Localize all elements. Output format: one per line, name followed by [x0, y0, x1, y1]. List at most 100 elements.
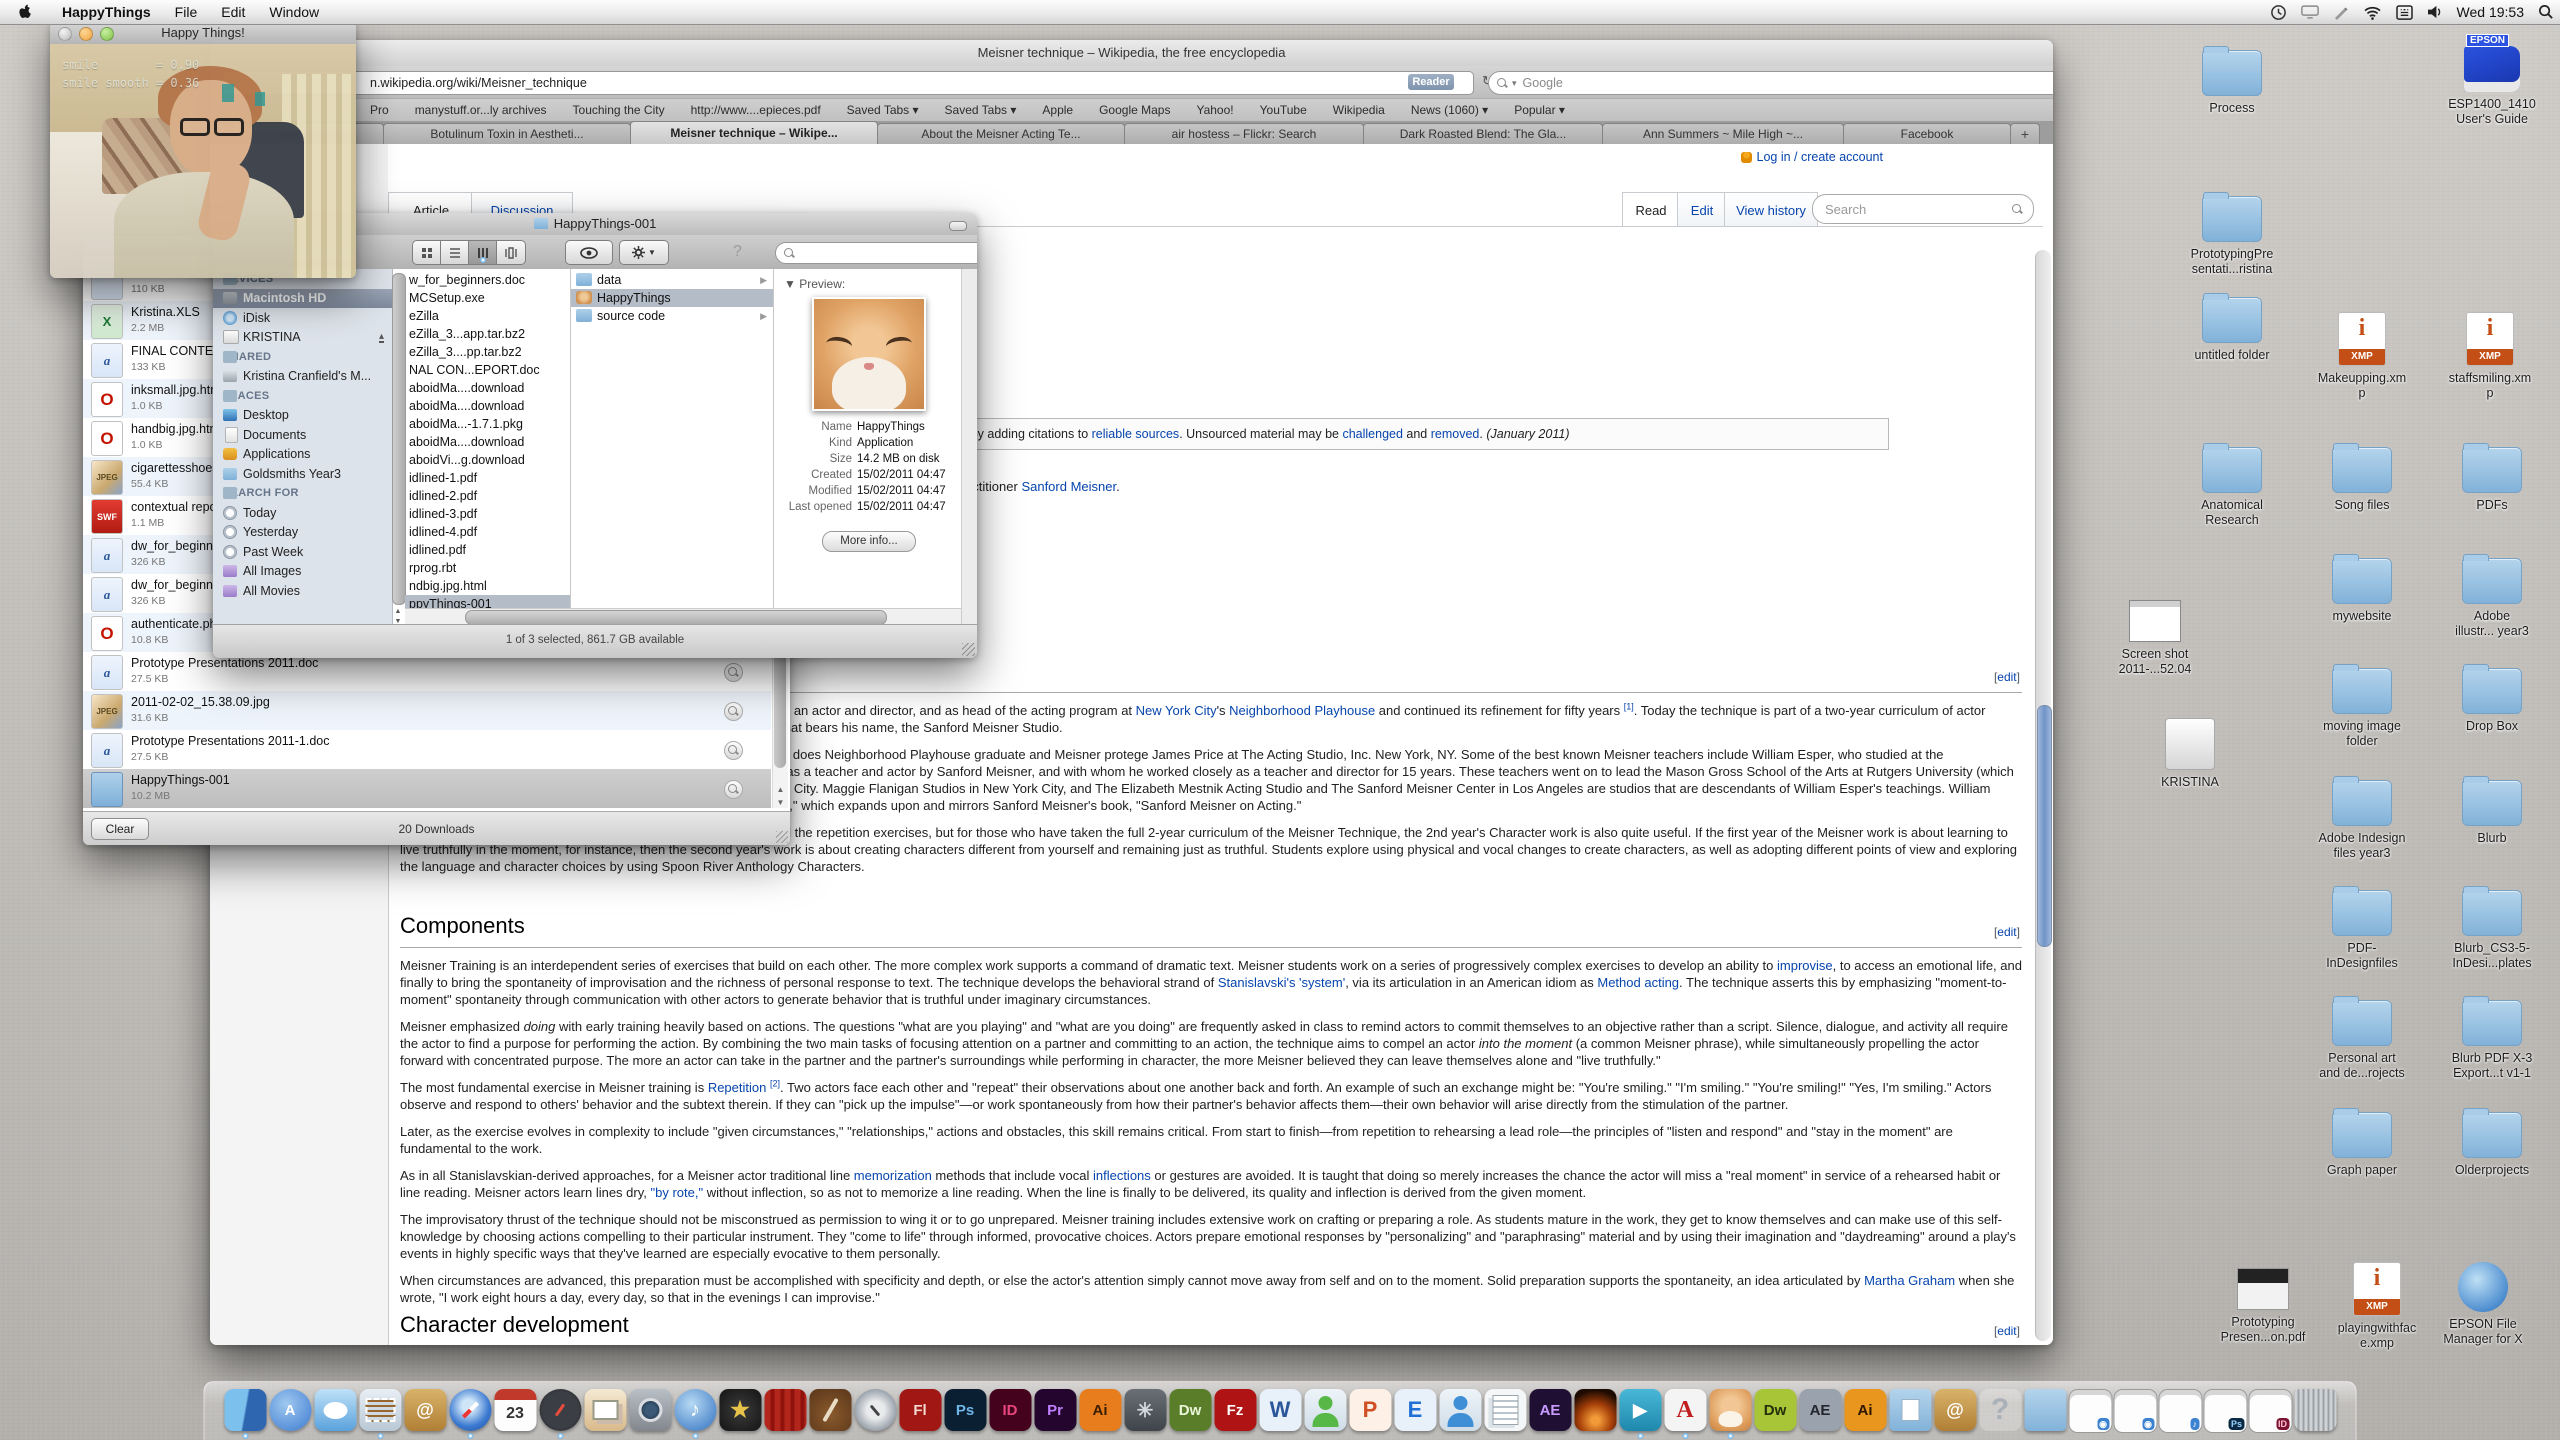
reader-button[interactable]: Reader: [1408, 74, 1454, 90]
sidebar-item[interactable]: All Movies: [213, 581, 392, 601]
file-row[interactable]: idlined-3.pdf: [405, 505, 570, 523]
wiki-link[interactable]: New York City: [1136, 703, 1217, 718]
sidebar-item[interactable]: Past Week: [213, 542, 392, 562]
tab-read[interactable]: Read: [1622, 192, 1680, 227]
wiki-link[interactable]: reliable sources: [1092, 427, 1180, 441]
dock-safari[interactable]: [448, 1386, 493, 1440]
finder-search-field[interactable]: [775, 242, 977, 264]
help-icon[interactable]: ?: [733, 243, 742, 261]
sidebar-item[interactable]: Today: [213, 503, 392, 523]
scrollbar-thumb[interactable]: [392, 273, 406, 605]
bookmark-item[interactable]: Saved Tabs ▾: [847, 103, 919, 117]
volume-icon[interactable]: [2427, 5, 2443, 19]
dock-gears-app[interactable]: [1123, 1386, 1168, 1440]
sidebar-item[interactable]: Documents: [213, 425, 392, 445]
dock-photoshop[interactable]: Ps: [943, 1386, 988, 1440]
dock-missing-app[interactable]: ?: [1978, 1386, 2023, 1440]
file-row[interactable]: idlined-4.pdf: [405, 523, 570, 541]
file-row[interactable]: data: [571, 271, 773, 289]
desktop-icon[interactable]: KRISTINA: [2132, 718, 2248, 790]
column-view-button[interactable]: [468, 240, 498, 265]
bookmark-item[interactable]: Saved Tabs ▾: [945, 103, 1017, 117]
ink-pen-icon[interactable]: [2333, 4, 2349, 20]
sidebar-item[interactable]: iDisk: [213, 308, 392, 328]
dock-happythings-cat[interactable]: [1708, 1386, 1753, 1440]
sidebar-item[interactable]: SEARCH FOR: [213, 484, 392, 504]
file-row[interactable]: eZilla_3....pp.tar.bz2: [405, 343, 570, 361]
file-row[interactable]: w_for_beginners.doc: [405, 271, 570, 289]
sidebar-item[interactable]: Applications: [213, 445, 392, 465]
bookmark-item[interactable]: Google Maps: [1099, 103, 1170, 117]
file-row[interactable]: source code: [571, 307, 773, 325]
dock-indesign[interactable]: ID: [988, 1386, 1033, 1440]
bookmark-item[interactable]: Pro: [370, 103, 389, 117]
coverflow-view-button[interactable]: [496, 240, 526, 265]
dock-address-book[interactable]: [403, 1386, 448, 1440]
dock-powerpoint[interactable]: P: [1348, 1386, 1393, 1440]
dock-illustrator[interactable]: Ai: [1078, 1386, 1123, 1440]
sidebar-item[interactable]: KRISTINA: [213, 328, 392, 348]
dock-time-machine[interactable]: [853, 1386, 898, 1440]
dock-photo-booth[interactable]: [763, 1386, 808, 1440]
dock-illustrator-2[interactable]: Ai: [1843, 1386, 1888, 1440]
wiki-link[interactable]: Neighborhood Playhouse: [1229, 703, 1375, 718]
menu-item[interactable]: File: [163, 0, 210, 24]
dock-min-window-photoshop[interactable]: Ps: [2203, 1386, 2248, 1440]
tab-view-history[interactable]: View history: [1724, 192, 1818, 227]
desktop-icon[interactable]: Song files: [2304, 447, 2420, 513]
file-row[interactable]: aboidMa....download: [405, 397, 570, 415]
dock-media-browser[interactable]: [583, 1386, 628, 1440]
horizontal-scrollbar[interactable]: [405, 608, 961, 625]
reveal-in-finder-button[interactable]: [724, 663, 743, 682]
file-row[interactable]: aboidMa....download: [405, 379, 570, 397]
sidebar-item[interactable]: Desktop: [213, 406, 392, 426]
dock-min-window-indesign[interactable]: ID: [2248, 1386, 2293, 1440]
bookmark-item[interactable]: YouTube: [1260, 103, 1307, 117]
action-menu-button[interactable]: ▼: [619, 240, 669, 265]
dock-ical[interactable]: 23: [493, 1386, 538, 1440]
file-row[interactable]: eZilla: [405, 307, 570, 325]
dock-quicktime-play[interactable]: ▶: [1618, 1386, 1663, 1440]
desktop-icon[interactable]: Adobe illustr... year3: [2434, 558, 2550, 639]
dock-entourage[interactable]: E: [1393, 1386, 1438, 1440]
browser-tab[interactable]: Botulinum Toxin in Aestheti...: [383, 123, 631, 144]
dock-dashboard[interactable]: [538, 1386, 583, 1440]
browser-tab[interactable]: Facebook: [1843, 123, 2011, 144]
bookmark-item[interactable]: Wikipedia: [1333, 103, 1385, 117]
file-row[interactable]: aboidMa...-1.7.1.pkg: [405, 415, 570, 433]
login-link[interactable]: Log in / create account: [1741, 150, 1883, 164]
resize-grip[interactable]: [776, 831, 788, 843]
scrollbar-thumb[interactable]: [465, 610, 887, 625]
dock-address-book-2[interactable]: [1933, 1386, 1978, 1440]
keyboard-viewer-icon[interactable]: [2396, 5, 2413, 20]
file-row[interactable]: rprog.rbt: [405, 559, 570, 577]
bookmark-item[interactable]: Popular ▾: [1514, 103, 1565, 117]
reveal-in-finder-button[interactable]: [724, 702, 743, 721]
edit-link[interactable]: [edit]: [1994, 1323, 2020, 1340]
desktop-icon[interactable]: PrototypingPre sentati...ristina: [2174, 196, 2290, 277]
dock-imovie[interactable]: [718, 1386, 763, 1440]
dock-documents-folder[interactable]: [1888, 1386, 1933, 1440]
sidebar-item[interactable]: All Images: [213, 562, 392, 582]
dock-after-effects[interactable]: AE: [1528, 1386, 1573, 1440]
bookmark-item[interactable]: Apple: [1042, 103, 1073, 117]
displays-icon[interactable]: [2301, 5, 2319, 19]
dock-finder[interactable]: [223, 1386, 268, 1440]
dock-premiere[interactable]: Pr: [1033, 1386, 1078, 1440]
wiki-link[interactable]: Method acting: [1597, 975, 1679, 990]
dock-flash[interactable]: Fl: [898, 1386, 943, 1440]
reveal-in-finder-button[interactable]: [724, 780, 743, 799]
file-row[interactable]: ndbig.jpg.html: [405, 577, 570, 595]
dock-mail[interactable]: [358, 1386, 403, 1440]
sidebar-item[interactable]: SHARED: [213, 347, 392, 367]
desktop-icon[interactable]: Blurb PDF X-3 Export...t v1-1: [2434, 1000, 2550, 1081]
list-view-button[interactable]: [440, 240, 470, 265]
dock-acrobat[interactable]: A: [1663, 1386, 1708, 1440]
edit-link[interactable]: [edit]: [1994, 924, 2020, 941]
download-row[interactable]: HappyThings-001 10.2 MB: [83, 769, 771, 808]
file-row[interactable]: eZilla_3...app.tar.bz2: [405, 325, 570, 343]
scrollbar-thumb[interactable]: [2037, 705, 2052, 947]
desktop-icon[interactable]: untitled folder: [2174, 297, 2290, 363]
dock-dreamweaver-2[interactable]: Dw: [1753, 1386, 1798, 1440]
sidebar-item[interactable]: Goldsmiths Year3: [213, 464, 392, 484]
